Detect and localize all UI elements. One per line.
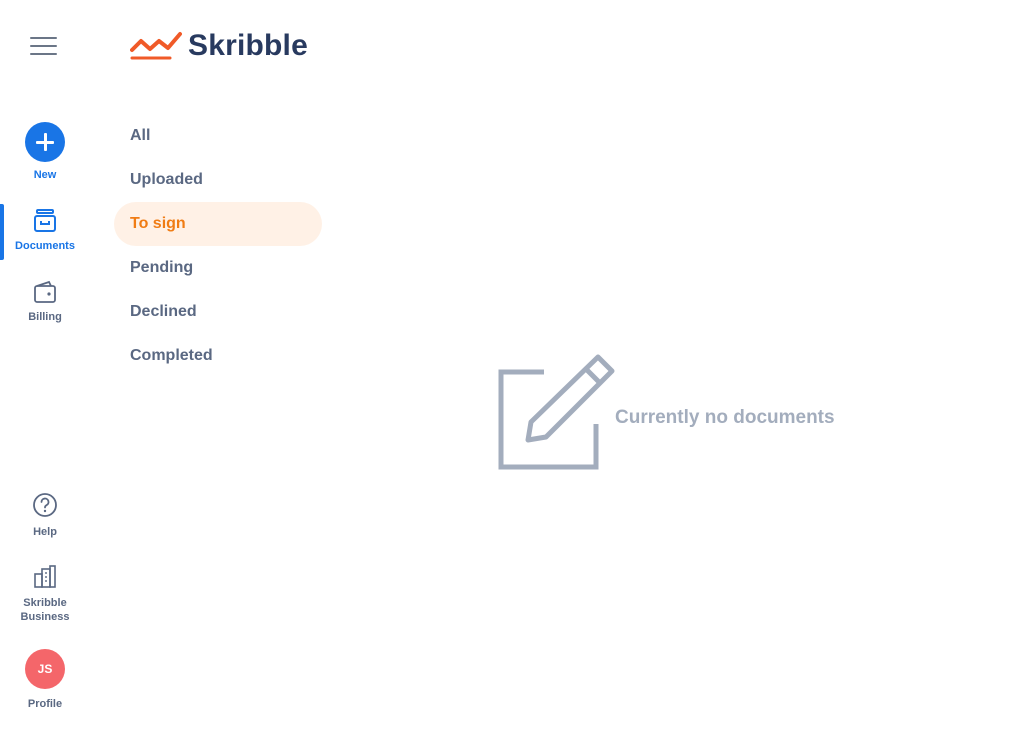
edit-pencil-icon [498, 354, 615, 470]
nav-item-label-line2: Business [20, 611, 70, 623]
filter-completed[interactable]: Completed [114, 334, 322, 378]
app-name: Skribble [188, 29, 308, 62]
filter-to-sign[interactable]: To sign [114, 202, 322, 246]
buildings-icon [34, 565, 56, 588]
nav-item-label: Documents [15, 240, 75, 252]
nav-item-label: Help [33, 526, 57, 538]
nav-item-label-line1: Skribble [23, 597, 67, 609]
filter-pending[interactable]: Pending [114, 246, 322, 290]
avatar: JS [25, 649, 65, 689]
help-circle-icon [33, 493, 57, 517]
nav-item-label: Profile [27, 698, 63, 710]
menu-toggle-button[interactable] [30, 34, 60, 58]
filter-declined[interactable]: Declined [114, 290, 322, 334]
nav-item-profile[interactable]: JS Profile [0, 649, 90, 711]
nav-item-help[interactable]: Help [0, 492, 90, 539]
app-logo[interactable]: Skribble [130, 26, 308, 66]
filter-all[interactable]: All [114, 114, 322, 158]
wallet-icon [34, 280, 56, 303]
nav-item-billing[interactable]: Billing [0, 279, 90, 324]
nav-item-skribble-business[interactable]: Skribble Business [0, 565, 90, 624]
plus-icon [25, 122, 65, 162]
nav-item-label: Billing [28, 311, 62, 323]
nav-item-documents[interactable]: Documents [0, 208, 90, 253]
empty-state-message: Currently no documents [615, 407, 835, 428]
document-box-icon [34, 209, 56, 232]
new-document-button[interactable]: New [0, 122, 90, 182]
logo-mark-icon [130, 32, 182, 60]
new-label: New [33, 169, 57, 181]
filter-uploaded[interactable]: Uploaded [114, 158, 322, 202]
